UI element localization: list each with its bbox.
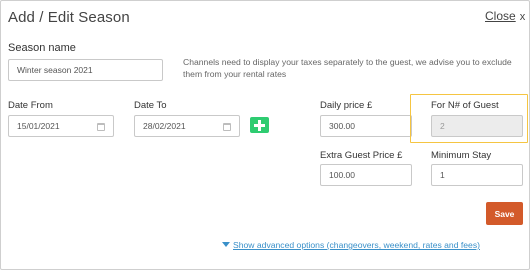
season-name-label: Season name bbox=[8, 42, 76, 54]
daily-price-label: Daily price £ bbox=[320, 100, 373, 111]
add-date-range-button[interactable] bbox=[250, 117, 269, 133]
close-button[interactable]: Close x bbox=[485, 9, 525, 23]
minimum-stay-input[interactable]: 1 bbox=[431, 164, 523, 186]
extra-guest-price-input[interactable]: 100.00 bbox=[320, 164, 412, 186]
daily-price-input[interactable]: 300.00 bbox=[320, 115, 412, 137]
for-guests-input: 2 bbox=[431, 115, 523, 137]
caret-down-icon bbox=[222, 242, 230, 247]
save-button[interactable]: Save bbox=[486, 202, 523, 225]
close-icon: x bbox=[519, 11, 526, 23]
plus-icon-stroke bbox=[258, 119, 261, 131]
season-name-input[interactable]: Winter season 2021 bbox=[8, 59, 163, 81]
dialog-title: Add / Edit Season bbox=[8, 9, 130, 26]
minimum-stay-label: Minimum Stay bbox=[431, 150, 492, 161]
date-to-label: Date To bbox=[134, 100, 167, 111]
date-from-label: Date From bbox=[8, 100, 53, 111]
advanced-options-link[interactable]: Show advanced options (changeovers, week… bbox=[222, 240, 480, 250]
calendar-icon[interactable] bbox=[97, 123, 105, 131]
date-to-input[interactable]: 28/02/2021 bbox=[134, 115, 240, 137]
advanced-options-label: Show advanced options (changeovers, week… bbox=[233, 240, 480, 250]
extra-guest-price-label: Extra Guest Price £ bbox=[320, 150, 403, 161]
channels-note: Channels need to display your taxes sepa… bbox=[183, 57, 512, 79]
date-from-input[interactable]: 15/01/2021 bbox=[8, 115, 114, 137]
date-to-value: 28/02/2021 bbox=[143, 121, 186, 131]
calendar-icon[interactable] bbox=[223, 123, 231, 131]
for-guests-label: For N# of Guest bbox=[431, 100, 499, 111]
season-dialog: Add / Edit Season Close x Season name Win… bbox=[0, 0, 530, 270]
close-label: Close bbox=[485, 9, 516, 23]
date-from-value: 15/01/2021 bbox=[17, 121, 60, 131]
